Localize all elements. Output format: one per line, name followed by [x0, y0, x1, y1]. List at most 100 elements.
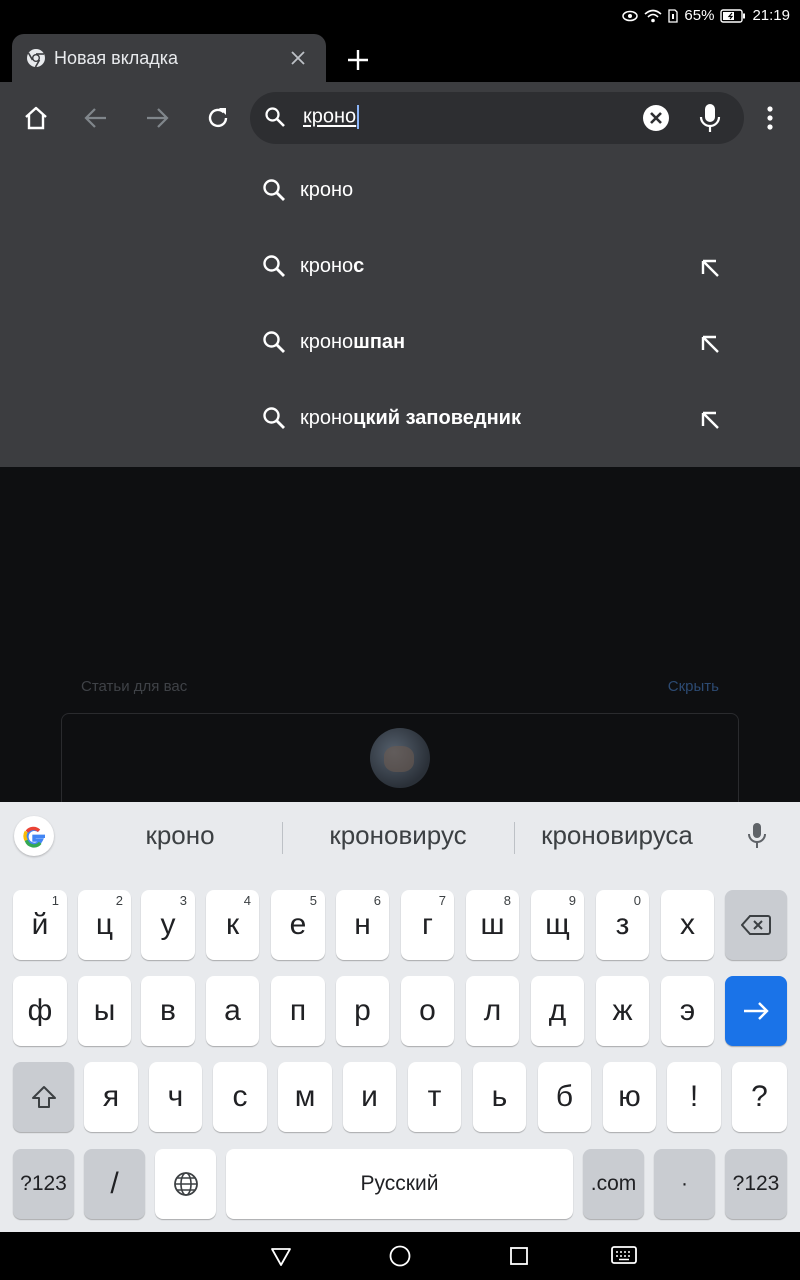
reload-button[interactable]: [196, 96, 240, 140]
key-п[interactable]: п: [271, 976, 325, 1046]
suggestion-row[interactable]: кроноцкий заповедник: [0, 382, 800, 458]
new-tab-page: Статьи для вас Скрыть: [0, 467, 800, 813]
key-ь[interactable]: ь: [473, 1062, 526, 1132]
key-л[interactable]: л: [466, 976, 519, 1046]
key-у[interactable]: у3: [141, 890, 195, 960]
clock: 21:19: [752, 7, 790, 24]
enter-button[interactable]: [725, 976, 787, 1046]
hide-articles-link[interactable]: Скрыть: [668, 678, 719, 695]
key-exclamation[interactable]: !: [667, 1062, 721, 1132]
shift-icon: [31, 1086, 56, 1108]
suggestion-text: кроношпан: [300, 331, 406, 353]
close-icon[interactable]: [278, 38, 318, 78]
new-tab-button[interactable]: [338, 40, 378, 80]
clear-icon: [643, 105, 669, 131]
key-а[interactable]: а: [206, 976, 259, 1046]
search-icon: [262, 406, 286, 435]
globe-icon: [173, 1172, 198, 1196]
suggestion-row[interactable]: кроно: [0, 154, 800, 230]
suggestion-text: кроноцкий заповедник: [300, 407, 521, 429]
status-bar: 65% 21:19: [0, 0, 800, 32]
key-й[interactable]: й1: [13, 890, 67, 960]
key-р[interactable]: р: [336, 976, 389, 1046]
key-ч[interactable]: ч: [149, 1062, 202, 1132]
voice-search-button[interactable]: [696, 102, 724, 134]
chrome-icon: [26, 48, 46, 68]
key-х[interactable]: х: [661, 890, 714, 960]
browser-toolbar: кроно: [0, 82, 800, 154]
key-ы[interactable]: ы: [78, 976, 131, 1046]
forward-button[interactable]: [135, 96, 179, 140]
menu-button[interactable]: [748, 96, 792, 140]
arrow-right-icon: [744, 1002, 769, 1020]
omnibox[interactable]: кроно: [250, 92, 744, 144]
recents-square-icon[interactable]: [507, 1244, 531, 1268]
backspace-icon: [741, 915, 771, 935]
dotcom-button[interactable]: .com: [583, 1149, 644, 1219]
key-м[interactable]: м: [278, 1062, 332, 1132]
key-question[interactable]: ?: [732, 1062, 787, 1132]
key-ж[interactable]: ж: [596, 976, 649, 1046]
backspace-button[interactable]: [725, 890, 787, 960]
key-щ[interactable]: щ9: [531, 890, 584, 960]
space-bar[interactable]: Русский: [226, 1149, 573, 1219]
key-к[interactable]: к4: [206, 890, 259, 960]
keyboard-suggestion-bar: кроно кроновирус кроновируса: [0, 802, 800, 874]
key-б[interactable]: б: [538, 1062, 591, 1132]
omnibox-input[interactable]: кроно: [303, 105, 360, 129]
key-ц[interactable]: ц2: [78, 890, 131, 960]
back-triangle-icon[interactable]: [269, 1244, 293, 1268]
key-е[interactable]: е5: [271, 890, 325, 960]
symbols-button-right[interactable]: ?123: [725, 1149, 787, 1219]
key-в[interactable]: в: [141, 976, 195, 1046]
arrow-up-left-icon[interactable]: [696, 406, 724, 434]
key-з[interactable]: з0: [596, 890, 649, 960]
arrow-left-icon: [84, 108, 106, 128]
microphone-icon[interactable]: [746, 822, 768, 855]
arrow-up-left-icon[interactable]: [696, 254, 724, 282]
tab-strip: Новая вкладка: [0, 32, 800, 82]
key-и[interactable]: и: [343, 1062, 396, 1132]
key-д[interactable]: д: [531, 976, 584, 1046]
period-button[interactable]: ·: [654, 1149, 715, 1219]
google-logo-icon[interactable]: [14, 816, 54, 856]
battery-icon: [720, 8, 746, 23]
key-ю[interactable]: ю: [603, 1062, 656, 1132]
tab-new-tab[interactable]: Новая вкладка: [12, 34, 326, 82]
key-н[interactable]: н6: [336, 890, 389, 960]
key-э[interactable]: э: [661, 976, 714, 1046]
tab-title: Новая вкладка: [54, 47, 179, 68]
divider: [282, 822, 283, 854]
key-я[interactable]: я: [84, 1062, 138, 1132]
search-icon: [262, 178, 286, 207]
battery-percent: 65%: [684, 7, 715, 24]
keyboard-suggestion[interactable]: кроновирус: [290, 820, 506, 851]
home-circle-icon[interactable]: [388, 1244, 412, 1268]
suggestion-row[interactable]: кроношпан: [0, 306, 800, 382]
clear-button[interactable]: [642, 104, 670, 132]
symbols-button[interactable]: ?123: [13, 1149, 74, 1219]
key-ф[interactable]: ф: [13, 976, 67, 1046]
key-г[interactable]: г7: [401, 890, 454, 960]
key-slash[interactable]: /: [84, 1149, 145, 1219]
key-с[interactable]: с: [213, 1062, 267, 1132]
reload-icon: [208, 108, 228, 128]
suggestion-text: кронос: [300, 255, 365, 277]
back-button[interactable]: [74, 96, 118, 140]
search-icon: [262, 254, 286, 283]
article-card[interactable]: [61, 713, 739, 813]
home-icon: [25, 106, 47, 130]
key-ш[interactable]: ш8: [466, 890, 519, 960]
keyboard-hide-icon[interactable]: [610, 1244, 638, 1268]
arrow-up-left-icon[interactable]: [696, 330, 724, 358]
home-button[interactable]: [14, 96, 58, 140]
microphone-icon: [699, 104, 721, 132]
key-т[interactable]: т: [408, 1062, 461, 1132]
divider: [514, 822, 515, 854]
key-о[interactable]: о: [401, 976, 454, 1046]
keyboard-suggestion[interactable]: кроновируса: [520, 820, 714, 851]
keyboard-suggestion[interactable]: кроно: [90, 820, 270, 851]
shift-button[interactable]: [13, 1062, 74, 1132]
language-button[interactable]: [155, 1149, 216, 1219]
suggestion-row[interactable]: кронос: [0, 230, 800, 306]
